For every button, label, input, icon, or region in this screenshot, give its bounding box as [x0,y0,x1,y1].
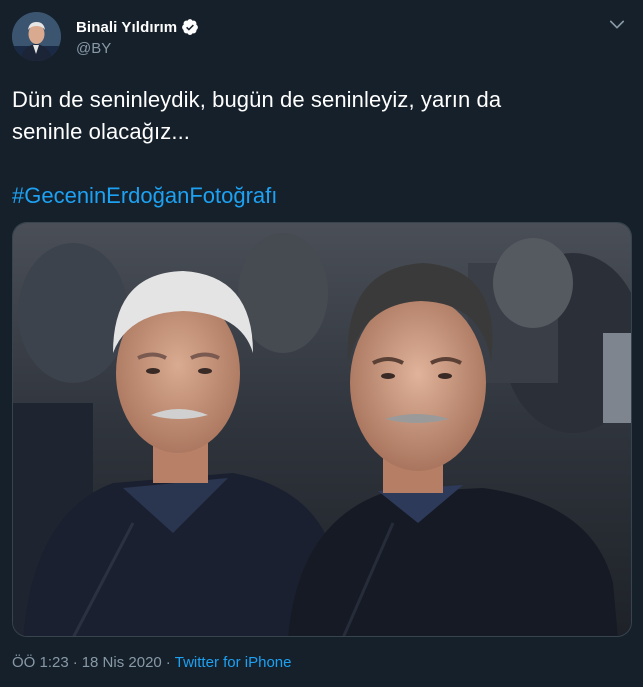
tweet-photo[interactable] [12,222,632,637]
tweet-time[interactable]: ÖÖ 1:23 [12,654,69,671]
avatar-photo-icon [12,12,61,61]
tweet-source-link[interactable]: Twitter for iPhone [175,654,292,671]
photo-image [13,223,631,636]
verified-badge-icon [181,18,199,36]
display-name[interactable]: Binali Yıldırım [76,19,177,36]
tweet-text-line-2: seninle olacağız... [12,119,191,144]
tweet-text-line-1: Dün de seninleydik, bugün de seninleyiz,… [12,87,502,112]
chevron-down-icon[interactable] [607,14,627,34]
tweet-date[interactable]: 18 Nis 2020 [82,654,162,671]
avatar[interactable] [12,12,61,61]
meta-separator: · [72,654,78,671]
tweet-header: Binali Yıldırım @BY [12,12,631,61]
author-handle[interactable]: @BY [76,40,199,57]
display-name-row: Binali Yıldırım [76,16,199,38]
meta-separator: · [165,654,171,671]
tweet-meta: ÖÖ 1:23 · 18 Nis 2020 · Twitter for iPho… [12,654,291,671]
tweet-text: Dün de seninleydik, bugün de seninleyiz,… [12,84,612,148]
author-names: Binali Yıldırım @BY [76,16,199,57]
hashtag-link[interactable]: #GeceninErdoğanFotoğrafı [12,180,277,212]
tweet-card: Binali Yıldırım @BY Dün de seninleydik, … [0,0,643,687]
